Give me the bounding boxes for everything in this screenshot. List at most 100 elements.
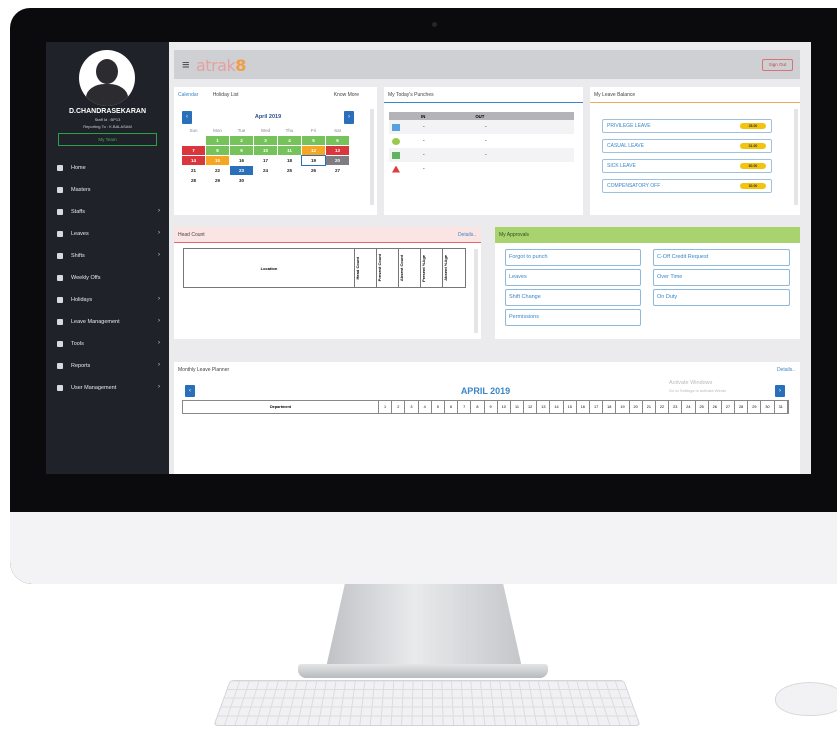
leave-balance-badge: 31.00: [740, 143, 766, 149]
sidebar-item-reports[interactable]: Reports ›: [46, 355, 169, 377]
punch-out-value: -: [485, 138, 487, 144]
leave-balance-badge: 60.00: [740, 163, 766, 169]
sidebar-item-user-management[interactable]: User Management ›: [46, 377, 169, 399]
calendar-day[interactable]: 23: [230, 166, 253, 175]
weekday-label: Tue: [237, 128, 246, 133]
calendar-day[interactable]: 25: [278, 166, 301, 175]
day-column-header: 10: [498, 401, 511, 413]
approval-c-off-credit-request[interactable]: C-Off Credit Request: [653, 249, 790, 266]
calendar-day[interactable]: 21: [182, 166, 205, 175]
punch-row: --: [389, 120, 574, 134]
tab-holiday-list[interactable]: Holiday List: [213, 92, 239, 98]
clock-icon: [57, 253, 63, 259]
day-column-header: 18: [603, 401, 617, 413]
file-icon: [57, 187, 63, 193]
calendar-day[interactable]: 27: [326, 166, 349, 175]
scrollbar[interactable]: [794, 109, 798, 205]
calendar-day[interactable]: 19: [301, 155, 326, 166]
leave-type-label: PRIVILEGE LEAVE: [607, 123, 651, 129]
leave-balance-item[interactable]: CASUAL LEAVE 31.00: [602, 139, 772, 153]
sidebar-item-staffs[interactable]: Staffs ›: [46, 201, 169, 223]
sidebar-item-shifts[interactable]: Shifts ›: [46, 245, 169, 267]
sidebar-item-masters[interactable]: Masters: [46, 179, 169, 201]
calendar-day[interactable]: 20: [326, 156, 349, 165]
day-column-header: 13: [537, 401, 551, 413]
approval-leaves[interactable]: Leaves: [505, 269, 641, 286]
approval-permissions[interactable]: Permissions: [505, 309, 641, 326]
punch-out-value: -: [485, 152, 487, 158]
approval-on-duty[interactable]: On Duty: [653, 289, 790, 306]
sidebar-item-home[interactable]: Home: [46, 157, 169, 179]
leave-balance-item[interactable]: SICK LEAVE 60.00: [602, 159, 772, 173]
calendar-day[interactable]: 13: [326, 146, 349, 155]
sidebar-item-holidays[interactable]: Holidays ›: [46, 289, 169, 311]
weekday-label: Sun: [189, 128, 198, 133]
day-column-header: 5: [432, 401, 445, 413]
approval-over-time[interactable]: Over Time: [653, 269, 790, 286]
approvals-title: My Approvals: [495, 227, 800, 243]
calendar-day[interactable]: 5: [302, 136, 325, 145]
column-header: Head Count: [355, 249, 377, 287]
calendar-day[interactable]: 28: [182, 176, 205, 185]
calendar-day[interactable]: 14: [182, 156, 205, 165]
calendar-day[interactable]: 10: [254, 146, 277, 155]
calendar-day[interactable]: 29: [206, 176, 229, 185]
next-month-button[interactable]: ›: [775, 385, 785, 397]
sidebar-item-leave-management[interactable]: Leave Management ›: [46, 311, 169, 333]
punch-in-value: -: [423, 138, 425, 144]
scrollbar[interactable]: [474, 249, 478, 333]
calendar-day[interactable]: 15: [206, 156, 229, 165]
calendar-day[interactable]: 12: [302, 146, 325, 155]
day-column-header: 1: [379, 401, 393, 413]
next-month-button[interactable]: ›: [344, 111, 354, 124]
sidebar-item-tools[interactable]: Tools ›: [46, 333, 169, 355]
department-header: Department: [183, 401, 379, 413]
day-column-header: 19: [616, 401, 630, 413]
leave-balance-badge: 30.00: [740, 183, 766, 189]
punch-row: -: [389, 162, 574, 176]
menu-icon[interactable]: ≡: [182, 58, 190, 71]
tab-calendar[interactable]: Calendar: [178, 92, 198, 98]
day-column-header: 4: [419, 401, 432, 413]
day-column-header: 2: [392, 401, 406, 413]
calendar-day[interactable]: 6: [326, 136, 349, 145]
calendar-day[interactable]: 9: [230, 146, 253, 155]
planner-details-link[interactable]: Details..: [777, 367, 795, 373]
leave-balance-item[interactable]: COMPENSATORY OFF 30.00: [602, 179, 772, 193]
leave-balance-item[interactable]: PRIVILEGE LEAVE 28.00: [602, 119, 772, 133]
calendar-day[interactable]: 24: [254, 166, 277, 175]
calendar-day[interactable]: 1: [206, 136, 229, 145]
head-count-details-link[interactable]: Details..: [458, 232, 476, 238]
calendar-day[interactable]: 3: [254, 136, 277, 145]
calendar-day[interactable]: 4: [278, 136, 301, 145]
approval-shift-change[interactable]: Shift Change: [505, 289, 641, 306]
my-team-button[interactable]: My Team: [58, 133, 157, 146]
punches-title: My Today's Punches: [384, 87, 583, 103]
scrollbar[interactable]: [370, 109, 374, 205]
column-header: Location: [184, 249, 355, 287]
chevron-right-icon: ›: [158, 252, 160, 258]
top-bar: ≡ atrak8 Sign Out: [174, 50, 800, 79]
calendar-day[interactable]: 2: [230, 136, 253, 145]
calendar-day[interactable]: 7: [182, 146, 205, 155]
main-area: ≡ atrak8 Sign Out Calendar Holiday List …: [169, 42, 811, 474]
calendar-day[interactable]: 18: [278, 156, 301, 165]
calendar-day[interactable]: 17: [254, 156, 277, 165]
calendar-day[interactable]: 8: [206, 146, 229, 155]
day-column-header: 7: [458, 401, 472, 413]
calendar-day[interactable]: 11: [278, 146, 301, 155]
approval-forgot-to-punch[interactable]: Forgot to punch: [505, 249, 641, 266]
calendar-day[interactable]: 30: [230, 176, 253, 185]
planner-table-header: Department 1 2 3 4 5 6 7 8 9 10 11 12 13 14 15 16 17 18 19…: [182, 400, 789, 414]
screen: D.CHANDRASEKARAN Staff Id : BP13 Reporti…: [46, 42, 811, 474]
leave-planner-card: Monthly Leave Planner Details.. ‹ APRIL …: [174, 362, 800, 474]
calendar-day[interactable]: 22: [206, 166, 229, 175]
punch-in-value: -: [423, 166, 425, 172]
calendar-day[interactable]: 16: [230, 156, 253, 165]
know-more-link[interactable]: Know More: [334, 92, 359, 98]
calendar-day[interactable]: 26: [302, 166, 325, 175]
sidebar-item-weekly-offs[interactable]: Weekly Offs: [46, 267, 169, 289]
sign-out-button[interactable]: Sign Out: [762, 59, 793, 71]
sidebar-item-leaves[interactable]: Leaves ›: [46, 223, 169, 245]
avatar[interactable]: [79, 50, 135, 106]
